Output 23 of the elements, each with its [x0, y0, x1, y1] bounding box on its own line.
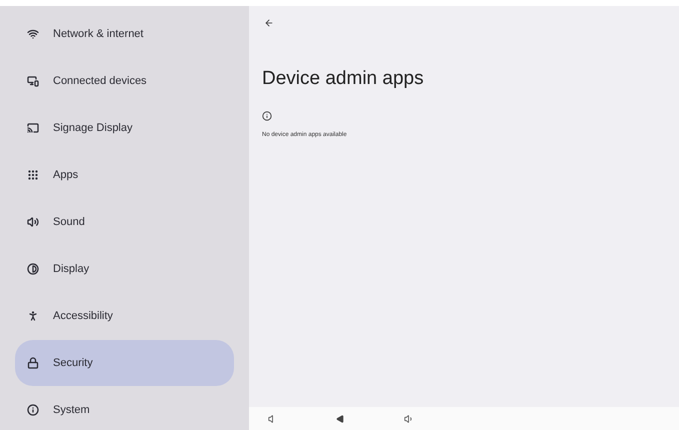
sidebar-item[interactable]: Connected devices — [15, 58, 234, 104]
person-icon — [27, 310, 39, 322]
devices-icon — [27, 75, 39, 87]
sidebar-item[interactable]: Accessibility — [15, 293, 234, 339]
speaker-icon — [27, 216, 39, 228]
sidebar-item[interactable]: Apps — [15, 152, 234, 198]
sidebar-item[interactable]: Sound — [15, 199, 234, 245]
back-icon[interactable] — [336, 414, 344, 422]
display-icon — [27, 122, 39, 134]
sidebar-item[interactable]: Signage Display — [15, 105, 234, 151]
lock-icon — [27, 357, 39, 369]
info-icon — [262, 110, 272, 120]
grid-icon — [27, 169, 39, 181]
sidebar-item[interactable]: Network & internet — [15, 11, 234, 57]
info-icon — [27, 404, 39, 416]
wifi-icon — [27, 28, 39, 40]
sidebar-item[interactable]: Display — [15, 246, 234, 292]
sidebar-item[interactable]: System — [15, 387, 234, 430]
page-title: Device admin apps — [262, 67, 425, 91]
speaker-icon[interactable] — [404, 414, 414, 424]
contrast-icon — [27, 263, 39, 275]
back-arrow-icon — [264, 18, 274, 28]
sidebar-item[interactable]: Security — [15, 340, 234, 386]
